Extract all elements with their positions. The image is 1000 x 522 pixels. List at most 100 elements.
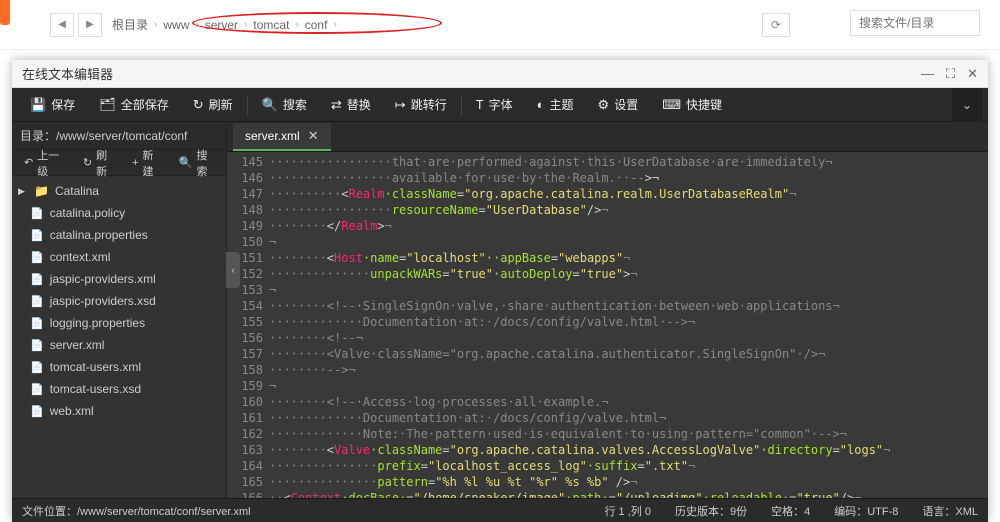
tree-file[interactable]: 📄catalina.properties [12, 224, 226, 246]
code-line[interactable]: ·············Documentation·at:·/docs/con… [269, 410, 988, 426]
code-line[interactable]: ···············prefix="localhost_access_… [269, 458, 988, 474]
tree-file[interactable]: 📄logging.properties [12, 312, 226, 334]
status-lang[interactable]: 语言：XML [922, 503, 978, 519]
editor-titlebar: 在线文本编辑器 — ⛶ ✕ [12, 60, 988, 88]
file-icon: 📄 [30, 251, 44, 264]
tab-label: server.xml [245, 129, 300, 143]
refresh-button[interactable]: ↻刷新 [75, 150, 122, 176]
code-line[interactable]: ¬ [269, 282, 988, 298]
tree-label: Catalina [55, 184, 99, 198]
tree-folder[interactable]: ▶📁Catalina [12, 180, 226, 202]
code-line[interactable]: ··<Context·docBase·="/home/sneaker/image… [269, 490, 988, 498]
code-line[interactable]: ········<Host·name="localhost"··appBase=… [269, 250, 988, 266]
new-button[interactable]: +新建 [124, 150, 169, 176]
sidebar-collapse-handle[interactable]: ‹ [226, 252, 240, 288]
code-line[interactable]: ········</Realm>¬ [269, 218, 988, 234]
breadcrumb-item[interactable]: conf [305, 18, 328, 32]
font-button[interactable]: T字体 [464, 88, 525, 122]
goto-button[interactable]: ↦跳转行 [383, 88, 459, 122]
code-line[interactable]: ¬ [269, 378, 988, 394]
toolbar-expand-button[interactable]: ⌄ [952, 88, 982, 122]
code-line[interactable]: ·················resourceName="UserDatab… [269, 202, 988, 218]
settings-button[interactable]: ⚙设置 [586, 88, 651, 122]
file-icon: 📄 [30, 295, 44, 308]
keyboard-icon: ⌨ [662, 97, 681, 113]
search-icon: 🔍 [179, 156, 193, 169]
up-button[interactable]: ↶上一级 [16, 150, 73, 176]
theme-button[interactable]: ◐主题 [525, 88, 586, 122]
tree-file[interactable]: 📄web.xml [12, 400, 226, 422]
code-line[interactable]: ··········<Realm·className="org.apache.c… [269, 186, 988, 202]
refresh-button[interactable]: ↻刷新 [181, 88, 245, 122]
breadcrumb-item[interactable]: tomcat [253, 18, 289, 32]
code-line[interactable]: ········<Valve·className="org.apache.cat… [269, 346, 988, 362]
code-line[interactable]: ·············Note:·The·pattern·used·is·e… [269, 426, 988, 442]
tab-close-button[interactable]: ✕ [308, 128, 319, 144]
replace-button[interactable]: ⇄替换 [319, 88, 383, 122]
shortcut-button[interactable]: ⌨快捷键 [650, 88, 734, 122]
tree-label: context.xml [50, 250, 111, 264]
tree-label: jaspic-providers.xml [50, 272, 156, 286]
save-button[interactable]: 💾保存 [18, 88, 87, 122]
code-lines[interactable]: ·················that·are·performed·agai… [269, 152, 988, 498]
code-line[interactable]: ········-->¬ [269, 362, 988, 378]
save-all-icon: 🗂 [99, 97, 116, 113]
refresh-icon: ↻ [193, 97, 204, 113]
tree-file[interactable]: 📄 catalina.policy [12, 202, 226, 224]
code-line[interactable]: ·············Documentation·at:·/docs/con… [269, 314, 988, 330]
code-line[interactable]: ········<!--·SingleSignOn·valve,·share·a… [269, 298, 988, 314]
tree-label: logging.properties [50, 316, 145, 330]
tree-file[interactable]: 📄 tomcat-users.xml [12, 356, 226, 378]
tree-label: catalina.policy [50, 206, 125, 220]
gutter: 1451461471481491501511521531541551561571… [227, 152, 269, 498]
tree-file[interactable]: 📄jaspic-providers.xml [12, 268, 226, 290]
code-line[interactable]: ¬ [269, 234, 988, 250]
maximize-button[interactable]: ⛶ [946, 66, 955, 82]
nav-back-button[interactable]: ◀ [50, 13, 74, 37]
gear-icon: ⚙ [598, 97, 610, 113]
code-line[interactable]: ·················that·are·performed·agai… [269, 154, 988, 170]
tree-file[interactable]: 📄server.xml [12, 334, 226, 356]
refresh-icon: ↻ [83, 156, 92, 169]
search-input[interactable] [850, 10, 980, 36]
code-line[interactable]: ········<!--·Access·log·processes·all·ex… [269, 394, 988, 410]
save-all-button[interactable]: 🗂全部保存 [87, 88, 181, 122]
file-icon: 📄 [30, 207, 44, 220]
search-button[interactable]: 🔍搜索 [171, 150, 222, 176]
goto-icon: ↦ [395, 97, 406, 113]
sidebar-toolbar: ↶上一级 ↻刷新 +新建 🔍搜索 [12, 150, 226, 176]
breadcrumb-item[interactable]: www [163, 18, 189, 32]
status-encoding[interactable]: 编码：UTF-8 [834, 503, 898, 519]
breadcrumb-item[interactable]: 根目录 [112, 16, 148, 33]
file-icon: 📄 [30, 361, 44, 374]
nav-forward-button[interactable]: ▶ [78, 13, 102, 37]
code-line[interactable]: ··············unpackWARs="true"·autoDepl… [269, 266, 988, 282]
code-line[interactable]: ·················available·for·use·by·th… [269, 170, 988, 186]
status-rowcol: 行 1 ,列 0 [604, 503, 650, 519]
status-path: 文件位置：/www/server/tomcat/conf/server.xml [22, 503, 251, 519]
tree-file[interactable]: 📄 context.xml [12, 246, 226, 268]
sidebar: 目录：/www/server/tomcat/conf ↶上一级 ↻刷新 +新建 … [12, 122, 227, 498]
breadcrumb-item[interactable]: server [205, 18, 238, 32]
plus-icon: + [132, 157, 138, 169]
minimize-button[interactable]: — [921, 66, 934, 82]
file-tab[interactable]: server.xml ✕ [233, 123, 331, 151]
tree-file[interactable]: 📄jaspic-providers.xsd [12, 290, 226, 312]
close-button[interactable]: ✕ [967, 66, 978, 82]
refresh-button[interactable]: ⟳ [762, 13, 790, 37]
tree-label: tomcat-users.xml [50, 360, 141, 374]
tree-label: catalina.properties [50, 228, 148, 242]
code-line[interactable]: ···············pattern="%h %l %u %t "%r"… [269, 474, 988, 490]
code-line[interactable]: ········<!--¬ [269, 330, 988, 346]
editor-title: 在线文本编辑器 [22, 64, 113, 83]
code-line[interactable]: ········<Valve·className="org.apache.cat… [269, 442, 988, 458]
search-button[interactable]: 🔍搜索 [250, 88, 319, 122]
status-bar: 文件位置：/www/server/tomcat/conf/server.xml … [12, 498, 988, 522]
tree-label: web.xml [50, 404, 94, 418]
status-space[interactable]: 空格：4 [771, 503, 810, 519]
file-icon: 📄 [30, 383, 44, 396]
tree-file[interactable]: 📄tomcat-users.xsd [12, 378, 226, 400]
code-editor[interactable]: 1451461471481491501511521531541551561571… [227, 152, 988, 498]
panel-indicator [0, 0, 10, 25]
status-history[interactable]: 历史版本：9份 [675, 503, 747, 519]
